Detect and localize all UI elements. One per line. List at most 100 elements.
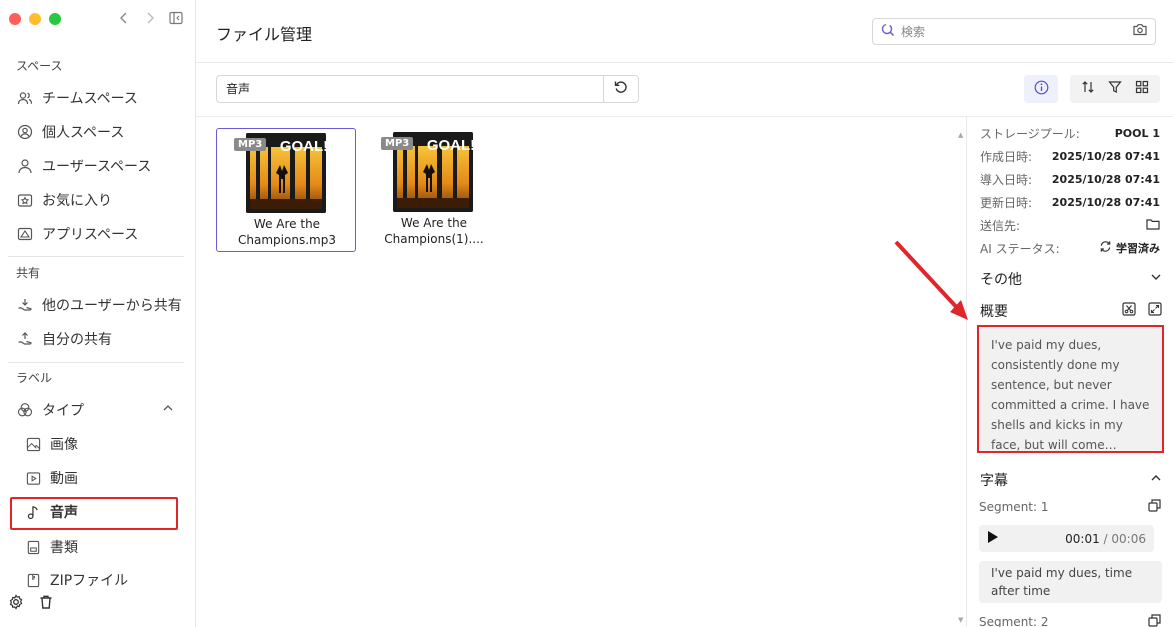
scroll-up-icon[interactable]: ▲ — [958, 131, 963, 139]
sidebar-item-my-shares[interactable]: 自分の共有 — [16, 327, 112, 351]
playback-time: 00:01 / 00:06 — [1065, 532, 1146, 546]
person-circle-icon — [16, 123, 34, 141]
meta-value: 2025/10/28 07:41 — [1051, 172, 1160, 186]
section-label-space: スペース — [16, 59, 63, 73]
settings-gear-icon[interactable] — [8, 594, 24, 614]
meta-label: 導入日時: — [980, 172, 1033, 187]
sync-icon — [1099, 240, 1112, 256]
summary-section-header: 概要 — [980, 301, 1162, 321]
camera-icon[interactable] — [1133, 23, 1147, 40]
user-icon — [16, 157, 34, 175]
cover-title: GOAL! — [427, 137, 473, 154]
folder-icon[interactable] — [1146, 218, 1160, 233]
sidebar-item-videos[interactable]: 動画 — [24, 466, 78, 490]
window-controls — [9, 13, 61, 25]
sidebar-item-personal-space[interactable]: 個人スペース — [16, 120, 124, 144]
ai-status-value: 学習済み — [1099, 240, 1160, 256]
play-icon[interactable] — [987, 530, 999, 548]
filter-field[interactable]: 音声 — [216, 75, 639, 103]
meta-row-ai-status: AI ステータス: 学習済み — [980, 238, 1160, 258]
maximize-window-button[interactable] — [49, 13, 61, 25]
segment-transcript: I've paid my dues, time after time — [979, 561, 1162, 603]
grid-view-icon[interactable] — [1135, 80, 1149, 98]
sidebar-item-label: 画像 — [50, 437, 78, 453]
filter-icon[interactable] — [1108, 80, 1122, 98]
meta-row-created: 作成日時: 2025/10/28 07:41 — [980, 146, 1160, 166]
close-window-button[interactable] — [9, 13, 21, 25]
sidebar-item-documents[interactable]: 書類 — [24, 535, 78, 559]
page-title: ファイル管理 — [216, 25, 313, 44]
audio-player: 00:01 / 00:06 — [979, 525, 1154, 552]
file-name: We Are the Champions(1).... — [364, 215, 504, 247]
meta-value: 2025/10/28 07:41 — [1051, 195, 1160, 209]
venn-icon — [16, 401, 34, 419]
meta-label: 作成日時: — [980, 149, 1033, 164]
sidebar-item-label: アプリスペース — [42, 227, 139, 243]
sidebar-item-label: チームスペース — [42, 91, 138, 107]
sidebar-item-audio[interactable]: 音声 — [24, 500, 78, 524]
file-name-line: We Are the — [253, 217, 321, 231]
header-divider — [196, 62, 1173, 63]
file-card[interactable]: MP3 GOAL! We Are the Champions(1).... — [364, 128, 504, 252]
time-current: 00:01 — [1065, 531, 1100, 546]
filter-value: 音声 — [226, 82, 251, 96]
sidebar-item-label: 書類 — [50, 540, 78, 556]
divider — [8, 256, 184, 257]
minimize-window-button[interactable] — [29, 13, 41, 25]
scrollbar[interactable]: ▲ ▼ — [957, 117, 967, 627]
meta-row-updated: 更新日時: 2025/10/28 07:41 — [980, 192, 1160, 212]
sidebar-group-type[interactable]: タイプ — [16, 398, 84, 422]
search-placeholder: 検索 — [901, 25, 926, 39]
meta-value: POOL 1 — [1114, 126, 1160, 140]
share-in-icon — [16, 296, 34, 314]
trash-icon[interactable] — [38, 594, 54, 614]
sidebar-toggle-icon[interactable] — [168, 10, 184, 26]
sidebar-item-team-space[interactable]: チームスペース — [16, 86, 138, 110]
summary-textbox[interactable]: I've paid my dues, consistently done my … — [977, 325, 1164, 453]
document-icon — [24, 538, 42, 556]
sidebar-item-shared-with-me[interactable]: 他のユーザーから共有 — [16, 293, 182, 317]
segment-label: Segment: 1 — [979, 500, 1049, 514]
sidebar-item-user-space[interactable]: ユーザースペース — [16, 154, 151, 178]
summary-actions — [1122, 302, 1162, 320]
meta-label: 送信先: — [980, 218, 1021, 233]
info-icon — [1034, 80, 1049, 99]
sidebar-item-label: 動画 — [50, 471, 78, 487]
sidebar-item-images[interactable]: 画像 — [24, 432, 78, 456]
copy-icon[interactable] — [1148, 499, 1161, 515]
sidebar-item-label: ZIPファイル — [50, 573, 129, 589]
refresh-icon — [613, 79, 629, 99]
file-name-line: Champions(1).... — [384, 232, 484, 246]
file-name-line: Champions.mp3 — [238, 233, 336, 247]
search-input[interactable]: 検索 — [872, 18, 1156, 45]
file-card[interactable]: MP3 GOAL! We Are the Champions.mp3 — [216, 128, 356, 252]
scissors-icon[interactable] — [1122, 302, 1136, 320]
chevron-up-icon[interactable] — [162, 402, 174, 418]
team-icon — [16, 89, 34, 107]
sidebar-item-favorites[interactable]: お気に入り — [16, 188, 112, 212]
sidebar-item-label: 自分の共有 — [42, 332, 112, 348]
sidebar-item-app-space[interactable]: アプリスペース — [16, 222, 138, 246]
subtitle-section-header[interactable]: 字幕 — [980, 470, 1162, 490]
back-icon[interactable] — [116, 10, 132, 26]
expand-icon[interactable] — [1148, 302, 1162, 320]
scroll-down-icon[interactable]: ▼ — [958, 616, 963, 624]
sidebar-item-zip[interactable]: ZIPファイル — [24, 568, 128, 592]
sort-icon[interactable] — [1081, 80, 1095, 98]
summary-text: I've paid my dues, consistently done my … — [991, 338, 1150, 452]
info-button[interactable] — [1024, 75, 1058, 103]
music-icon — [24, 503, 42, 521]
sidebar-footer — [8, 594, 54, 614]
segment-header: Segment: 1 — [979, 499, 1161, 515]
nav-arrows — [116, 10, 184, 26]
zip-icon — [24, 571, 42, 589]
reset-button[interactable] — [603, 76, 638, 102]
sidebar-item-label: お気に入り — [42, 193, 112, 209]
other-section-header[interactable]: その他 — [980, 269, 1162, 289]
file-type-badge: MP3 — [381, 137, 414, 150]
segment-header: Segment: 2 — [979, 614, 1161, 627]
divider — [8, 362, 184, 363]
file-name: We Are the Champions.mp3 — [217, 216, 357, 248]
forward-icon[interactable] — [142, 10, 158, 26]
copy-icon[interactable] — [1148, 614, 1161, 627]
